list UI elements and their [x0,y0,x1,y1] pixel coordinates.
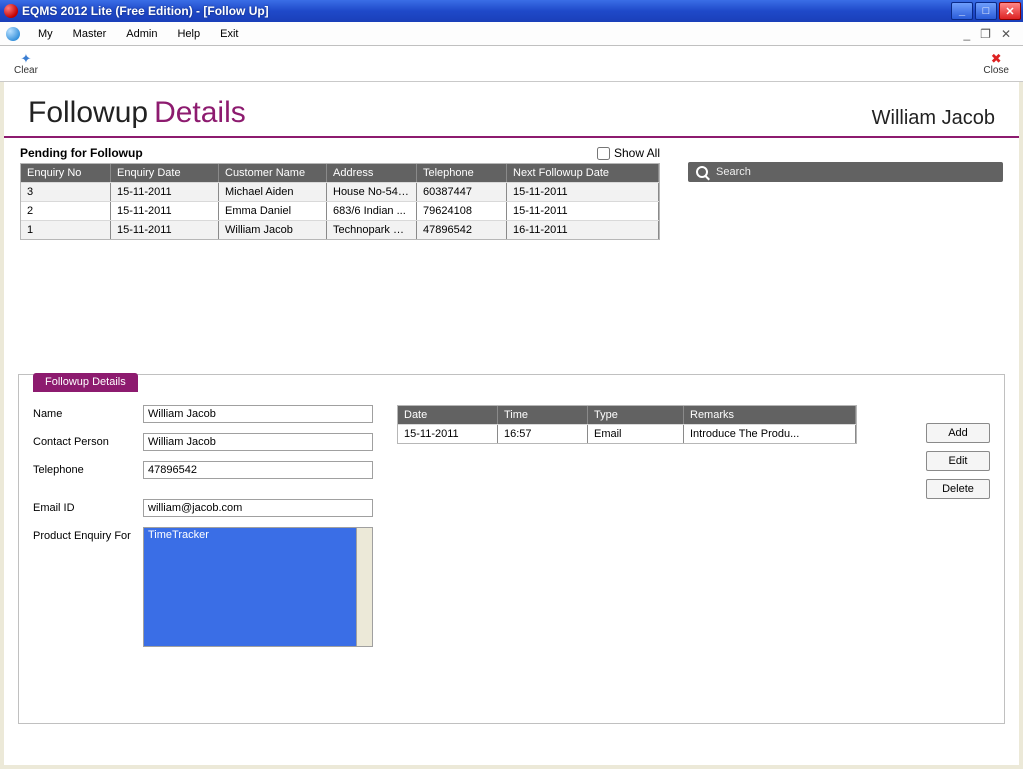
window-maximize-button[interactable]: □ [975,2,997,20]
app-icon [4,4,18,18]
window-minimize-button[interactable]: _ [951,2,973,20]
heading-user: William Jacob [872,107,995,130]
heading-accent: Details [154,96,246,130]
lcol-remarks[interactable]: Remarks [684,406,856,424]
menubar: My Master Admin Help Exit _ ❐ ✕ [0,22,1023,46]
log-grid-header: Date Time Type Remarks [398,406,856,424]
close-label: Close [983,65,1009,76]
menu-help[interactable]: Help [167,25,210,43]
telephone-field[interactable] [143,461,373,479]
listbox-scrollbar[interactable] [356,528,372,646]
lcol-date[interactable]: Date [398,406,498,424]
menu-admin[interactable]: Admin [116,25,167,43]
log-row[interactable]: 15-11-2011 16:57 Email Introduce The Pro… [398,424,856,443]
name-field[interactable] [143,405,373,423]
pending-label: Pending for Followup [20,146,143,160]
label-name: Name [33,405,133,420]
label-email: Email ID [33,499,133,514]
col-next-date[interactable]: Next Followup Date [507,164,659,182]
table-row[interactable]: 1 15-11-2011 William Jacob Technopark H.… [21,220,659,239]
buttons-column: Add Edit Delete [926,405,990,709]
product-listbox[interactable]: TimeTracker [143,527,373,647]
clear-button[interactable]: ✦ Clear [8,52,44,76]
mdi-close-button[interactable]: ✕ [1001,27,1011,41]
heading-main: Followup [28,96,148,130]
page: Followup Details William Jacob Pending f… [4,82,1019,765]
menu-master[interactable]: Master [63,25,117,43]
lcol-type[interactable]: Type [588,406,684,424]
log-grid[interactable]: Date Time Type Remarks 15-11-2011 16:57 … [397,405,857,444]
window-title: EQMS 2012 Lite (Free Edition) - [Follow … [22,4,269,18]
search-input[interactable] [714,165,995,179]
mdi-restore-button[interactable]: ❐ [980,27,991,41]
edit-button[interactable]: Edit [926,451,990,471]
table-row[interactable]: 2 15-11-2011 Emma Daniel 683/6 Indian ..… [21,201,659,220]
toolstrip: ✦ Clear ✖ Close [0,46,1023,82]
menu-exit[interactable]: Exit [210,25,248,43]
window-close-button[interactable]: ✕ [999,2,1021,20]
col-enquiry-no[interactable]: Enquiry No [21,164,111,182]
col-enquiry-date[interactable]: Enquiry Date [111,164,219,182]
label-telephone: Telephone [33,461,133,476]
table-row[interactable]: 3 15-11-2011 Michael Aiden House No-548.… [21,182,659,201]
heading-row: Followup Details William Jacob [4,82,1019,138]
details-tab[interactable]: Followup Details [33,373,138,392]
lcol-time[interactable]: Time [498,406,588,424]
window-titlebar: EQMS 2012 Lite (Free Edition) - [Follow … [0,0,1023,22]
contact-field[interactable] [143,433,373,451]
close-button[interactable]: ✖ Close [977,52,1015,76]
col-customer[interactable]: Customer Name [219,164,327,182]
pending-grid-header: Enquiry No Enquiry Date Customer Name Ad… [21,164,659,182]
label-product: Product Enquiry For [33,527,133,542]
pending-grid[interactable]: Enquiry No Enquiry Date Customer Name Ad… [20,163,660,240]
show-all-label: Show All [614,146,660,160]
form-column: Name Contact Person Telephone Email ID [33,405,373,709]
followup-details-panel: Followup Details Name Contact Person Tel… [18,374,1005,724]
search-icon [696,166,708,178]
clear-label: Clear [14,65,38,76]
add-button[interactable]: Add [926,423,990,443]
globe-icon [6,27,20,41]
menu-my[interactable]: My [28,25,63,43]
email-field[interactable] [143,499,373,517]
product-selected[interactable]: TimeTracker [144,528,356,646]
close-icon: ✖ [991,52,1002,65]
delete-button[interactable]: Delete [926,479,990,499]
col-address[interactable]: Address [327,164,417,182]
search-box[interactable] [688,162,1003,182]
col-telephone[interactable]: Telephone [417,164,507,182]
show-all-input[interactable] [597,147,610,160]
label-contact: Contact Person [33,433,133,448]
mdi-minimize-button[interactable]: _ [963,27,970,41]
sparkle-icon: ✦ [21,52,32,65]
show-all-checkbox[interactable]: Show All [597,146,660,160]
log-column: Date Time Type Remarks 15-11-2011 16:57 … [397,405,857,709]
